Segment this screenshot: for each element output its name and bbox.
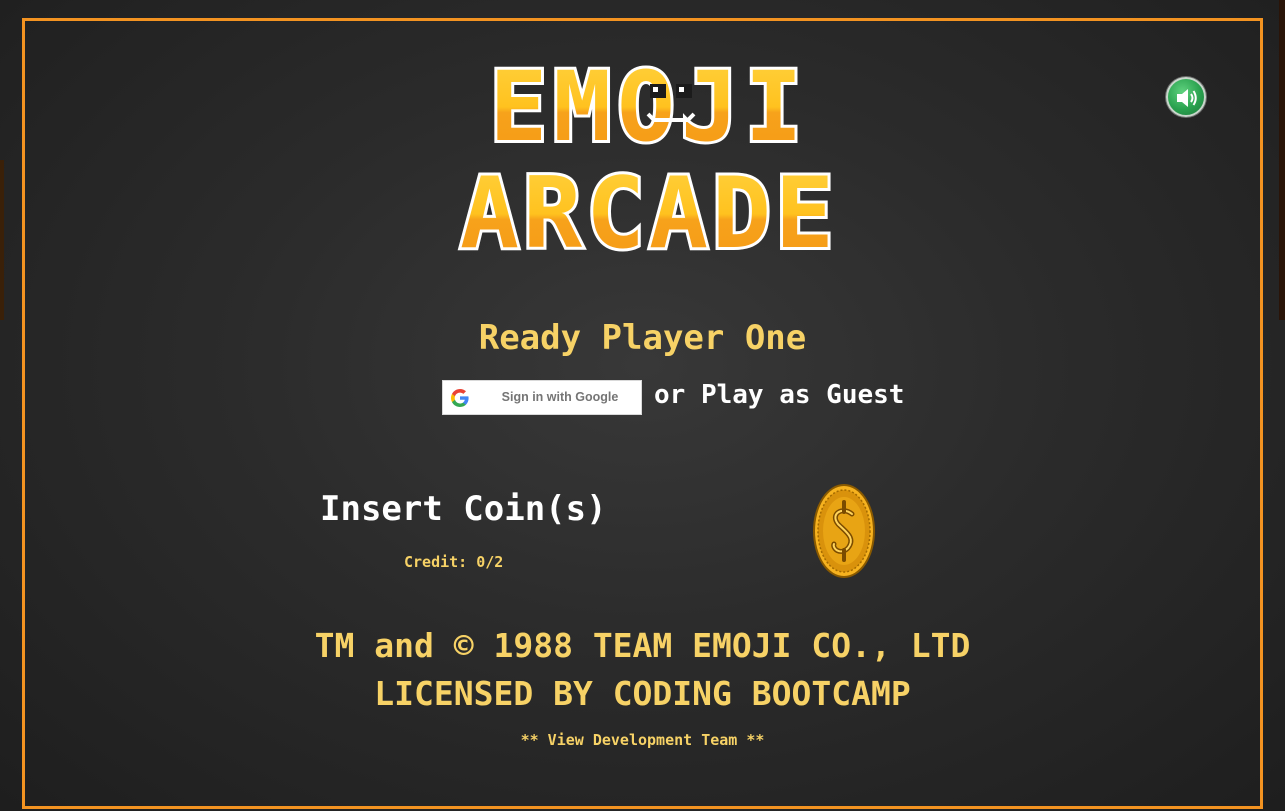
- background-edge-left: [0, 160, 4, 320]
- background-edge-right: [1279, 0, 1285, 320]
- ready-player-heading: Ready Player One: [478, 318, 807, 358]
- logo-line-2: ARCADE: [460, 157, 838, 257]
- logo-line-1: EMOJI: [490, 62, 809, 163]
- play-as-guest-link[interactable]: or Play as Guest: [654, 380, 904, 410]
- google-sign-in-button[interactable]: Sign in with Google: [442, 380, 642, 415]
- emoji-arcade-logo: EMOJI ARCADE: [404, 48, 894, 274]
- sound-toggle-button[interactable]: [1166, 77, 1206, 117]
- logo-graphic: EMOJI ARCADE: [457, 48, 838, 274]
- copyright-line-2: LICENSED BY CODING BOOTCAMP: [374, 674, 911, 713]
- insert-coin-button[interactable]: [812, 482, 876, 585]
- credit-counter: Credit: 0/2: [404, 553, 504, 571]
- copyright-line-1: TM and © 1988 TEAM EMOJI CO., LTD: [314, 626, 971, 665]
- view-development-team-link[interactable]: ** View Development Team **: [0, 731, 1285, 749]
- arcade-screen: EMOJI ARCADE Ready Player One Sign in wi…: [0, 0, 1285, 811]
- google-sign-in-label: Sign in with Google: [501, 390, 619, 404]
- copyright-block: TM and © 1988 TEAM EMOJI CO., LTD LICENS…: [0, 622, 1285, 718]
- speaker-volume-icon: [1177, 89, 1197, 107]
- gold-coin-dollar-icon: [813, 484, 875, 578]
- insert-coin-label: Insert Coin(s): [320, 489, 607, 529]
